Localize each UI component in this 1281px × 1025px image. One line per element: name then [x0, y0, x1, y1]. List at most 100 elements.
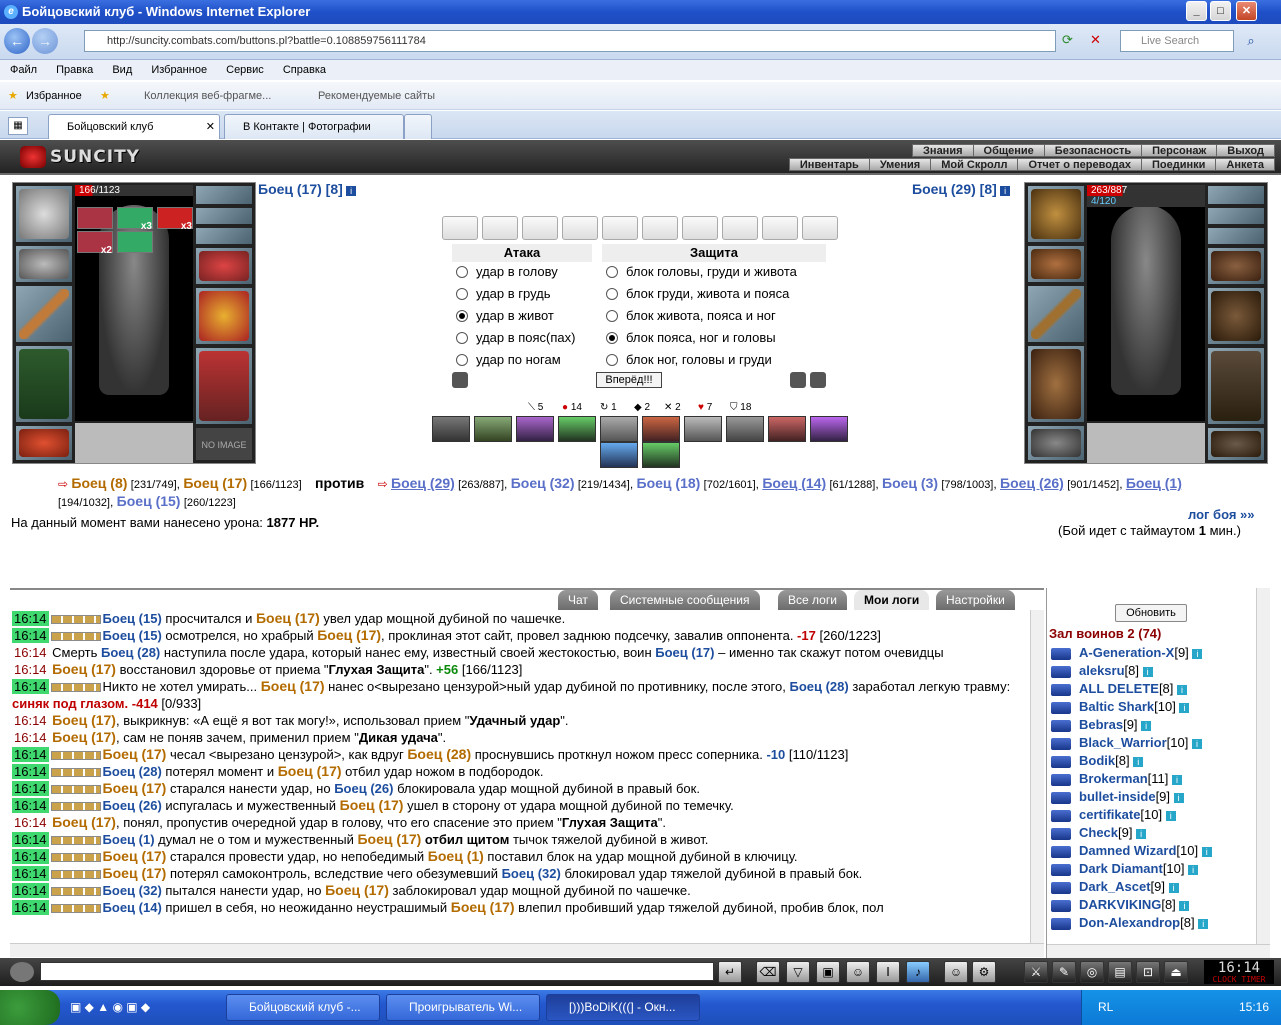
- tab-fightclub[interactable]: Бойцовский клуб ✕: [48, 114, 220, 139]
- skill-icon[interactable]: [558, 416, 596, 442]
- go-button[interactable]: Вперёд!!!: [596, 372, 662, 388]
- info-icon[interactable]: i: [1133, 756, 1144, 767]
- ring-slot[interactable]: [195, 227, 253, 245]
- user-name[interactable]: Bebras: [1079, 717, 1123, 732]
- start-button[interactable]: [0, 990, 60, 1025]
- strike-slot[interactable]: [442, 216, 478, 240]
- info-icon[interactable]: i: [346, 185, 357, 196]
- private-message-icon[interactable]: [1051, 827, 1071, 840]
- tab-settings[interactable]: Настройки: [936, 590, 1015, 610]
- forward-button[interactable]: →: [32, 28, 58, 54]
- user-name[interactable]: Brokerman: [1079, 771, 1148, 786]
- menu-tools[interactable]: Сервис: [226, 64, 264, 76]
- private-message-icon[interactable]: [1051, 917, 1071, 930]
- user-name[interactable]: ALL DELETE: [1079, 681, 1159, 696]
- info-icon[interactable]: i: [1165, 810, 1176, 821]
- info-icon[interactable]: i: [1136, 828, 1147, 839]
- private-message-icon[interactable]: [1051, 737, 1071, 750]
- info-icon[interactable]: i: [1171, 774, 1182, 785]
- attack-radio-chest[interactable]: [456, 288, 468, 300]
- strike-slot[interactable]: [602, 216, 638, 240]
- team1-fighter[interactable]: Боец (17): [183, 475, 247, 491]
- skill-icon[interactable]: [600, 442, 638, 468]
- music-icon[interactable]: ♪: [906, 961, 930, 983]
- buff-icon[interactable]: [77, 207, 113, 229]
- skill-icon[interactable]: [810, 416, 848, 442]
- earring-slot[interactable]: [1207, 185, 1265, 205]
- strike-slot[interactable]: [642, 216, 678, 240]
- lock-icon[interactable]: ⊡: [1136, 961, 1160, 983]
- log-scrollbar[interactable]: [1030, 610, 1044, 943]
- user-item[interactable]: Bodik[8] i: [1051, 752, 1256, 770]
- minimize-button[interactable]: _: [1186, 1, 1207, 21]
- attack-radio-head[interactable]: [456, 266, 468, 278]
- private-message-icon[interactable]: [1051, 863, 1071, 876]
- menu-knowledge[interactable]: Знания: [913, 145, 974, 157]
- menu-exit[interactable]: Выход: [1217, 145, 1274, 157]
- menu-skills[interactable]: Умения: [869, 159, 932, 171]
- close-button[interactable]: ✕: [1236, 1, 1257, 21]
- scroll-icon[interactable]: ✎: [1052, 961, 1076, 983]
- menu-transfers[interactable]: Отчет о переводах: [1018, 159, 1143, 171]
- private-message-icon[interactable]: [1051, 845, 1071, 858]
- user-item[interactable]: Baltic Shark[10] i: [1051, 698, 1256, 716]
- strike-slot[interactable]: [522, 216, 558, 240]
- info-icon[interactable]: i: [1141, 720, 1152, 731]
- attack-radio-groin[interactable]: [456, 332, 468, 344]
- user-item[interactable]: Check[9] i: [1051, 824, 1256, 842]
- strike-slot[interactable]: [762, 216, 798, 240]
- team2-fighter[interactable]: Боец (1): [1126, 475, 1182, 491]
- private-message-icon[interactable]: [1051, 683, 1071, 696]
- belt-slot[interactable]: [1027, 425, 1085, 461]
- private-message-icon[interactable]: [1051, 809, 1071, 822]
- private-message-icon[interactable]: [1051, 899, 1071, 912]
- attack-radio-legs[interactable]: [456, 354, 468, 366]
- new-tab-button[interactable]: [404, 114, 432, 139]
- buff-icon[interactable]: [117, 231, 153, 253]
- auto-icon[interactable]: [790, 372, 806, 388]
- weapon-slot[interactable]: [15, 285, 73, 343]
- refresh-icon[interactable]: ⟳: [1062, 32, 1082, 50]
- menu-fights[interactable]: Поединки: [1142, 159, 1217, 171]
- save-icon[interactable]: ▣: [816, 961, 840, 983]
- info-icon[interactable]: i: [1142, 666, 1153, 677]
- skill-icon[interactable]: [642, 442, 680, 468]
- defense-radio-3[interactable]: [606, 310, 618, 322]
- fav-link-webslices[interactable]: Коллекция веб-фрагме...: [144, 82, 271, 110]
- user-name[interactable]: A-Generation-X: [1079, 645, 1174, 660]
- translit-icon[interactable]: Ⅰ: [876, 961, 900, 983]
- info-icon[interactable]: i: [1188, 864, 1199, 875]
- quick-tabs-icon[interactable]: ▦: [8, 117, 28, 135]
- stop-icon[interactable]: ✕: [1090, 32, 1110, 50]
- quicklaunch-icons[interactable]: ▣ ◆ ▲ ◉ ▣ ◆: [70, 1000, 150, 1014]
- map-icon[interactable]: ◎: [1080, 961, 1104, 983]
- user-item[interactable]: DARKVIKING[8] i: [1051, 896, 1256, 914]
- chat-input[interactable]: [40, 962, 714, 981]
- user-name[interactable]: Check: [1079, 825, 1118, 840]
- legs-slot[interactable]: [195, 347, 253, 425]
- skill-icon[interactable]: [726, 416, 764, 442]
- user-item[interactable]: Damned Wizard[10] i: [1051, 842, 1256, 860]
- language-indicator[interactable]: RL: [1098, 990, 1113, 1025]
- task-media-player[interactable]: Проигрыватель Wi...: [386, 994, 540, 1021]
- user-item[interactable]: A-Generation-X[9] i: [1051, 644, 1256, 662]
- tab-system-messages[interactable]: Системные сообщения: [610, 590, 760, 610]
- private-message-icon[interactable]: [1051, 881, 1071, 894]
- user-item[interactable]: Dark Diamant[10] i: [1051, 860, 1256, 878]
- tab-all-logs[interactable]: Все логи: [778, 590, 847, 610]
- menu-file[interactable]: Файл: [10, 64, 37, 76]
- info-icon[interactable]: i: [1192, 648, 1203, 659]
- refresh-users-button[interactable]: Обновить: [1115, 604, 1187, 622]
- tab-my-logs[interactable]: Мои логи: [854, 590, 930, 610]
- user-item[interactable]: aleksru[8] i: [1051, 662, 1256, 680]
- private-message-icon[interactable]: [1051, 755, 1071, 768]
- users-scrollbar[interactable]: [1256, 588, 1270, 944]
- boots-slot[interactable]: [1207, 427, 1265, 461]
- team2-fighter[interactable]: Боец (15): [117, 493, 181, 509]
- buff-icon[interactable]: x2: [77, 231, 113, 256]
- belt-slot[interactable]: [15, 425, 73, 461]
- legs-slot[interactable]: [1207, 347, 1265, 425]
- team1-fighter[interactable]: Боец (8): [71, 475, 127, 491]
- user-name[interactable]: Bodik: [1079, 753, 1115, 768]
- armor-slot[interactable]: [1027, 345, 1085, 423]
